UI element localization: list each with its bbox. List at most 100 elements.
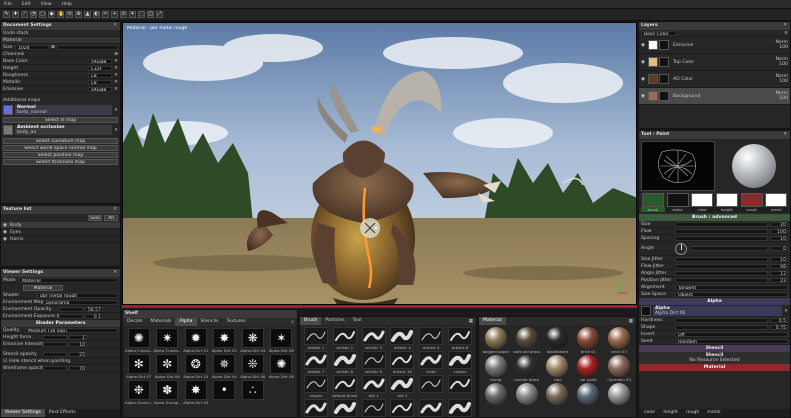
close-icon[interactable]: ✕: [783, 131, 787, 139]
channel-format-select[interactable]: L8: [88, 79, 113, 85]
shape-slider[interactable]: [675, 324, 768, 330]
channel-format-select[interactable]: sRGB8: [88, 86, 113, 92]
material-mode-button[interactable]: Material: [23, 285, 63, 291]
material-item[interactable]: car paint: [573, 355, 603, 382]
material-item[interactable]: bark old grass: [512, 327, 542, 354]
param-value[interactable]: 10: [770, 256, 788, 263]
param-value[interactable]: 20: [770, 221, 788, 228]
alpha-item[interactable]: ✽ Alpha Grungl...: [154, 380, 181, 405]
brush-item[interactable]: [389, 399, 417, 417]
emissive-value[interactable]: 10: [69, 341, 87, 348]
hardness-slider[interactable]: [675, 317, 768, 323]
shelf-tab-decals[interactable]: Decals: [123, 318, 146, 326]
param-slider[interactable]: [675, 277, 768, 283]
env-exposure-value[interactable]: 0.1: [85, 313, 103, 320]
brush-item[interactable]: crayon: [302, 375, 330, 398]
alpha-item[interactable]: ✷ Alpha Cracks...: [154, 328, 181, 353]
quality-select[interactable]: Medium (16 spp): [25, 327, 118, 333]
brush-item[interactable]: dirt 2: [389, 375, 417, 398]
eye-icon[interactable]: ◉: [3, 222, 7, 229]
all-button[interactable]: All: [104, 215, 118, 221]
alpha-item[interactable]: •: [211, 380, 239, 405]
tab-particles[interactable]: Particles: [321, 317, 348, 325]
select-map-button[interactable]: Select thickness map: [3, 159, 118, 165]
tab-brush[interactable]: Brush: [300, 317, 322, 325]
ao-map-thumb[interactable]: [3, 125, 13, 135]
brush-item[interactable]: celtic: [417, 351, 445, 374]
brush-item[interactable]: artistic 1: [302, 327, 330, 350]
select-map-button[interactable]: Select position map: [3, 152, 118, 158]
brush-item[interactable]: artistic 6: [446, 327, 474, 350]
brush-item[interactable]: artistic 7: [302, 351, 330, 374]
material-item[interactable]: bagged paper: [481, 327, 511, 354]
alpha-item[interactable]: ❂ Alpha Dirt 10: [182, 354, 210, 379]
param-slider[interactable]: [675, 263, 768, 269]
toolbar-tool-17-icon[interactable]: ⤢: [156, 11, 163, 18]
brush-item[interactable]: [417, 375, 445, 398]
layer-row[interactable]: ◉ Top Color Norm 100: [639, 54, 790, 71]
remove-ao-icon[interactable]: ✕: [114, 128, 118, 133]
remove-channel-icon[interactable]: ✕: [114, 79, 118, 86]
toolbar-tool-10-icon[interactable]: ◐: [93, 11, 100, 18]
tool-channel-rough[interactable]: rough: [739, 193, 764, 212]
channel-format-select[interactable]: L32F: [88, 65, 113, 71]
eye-icon[interactable]: ◉: [641, 60, 645, 65]
toolbar-tool-16-icon[interactable]: ◫: [147, 11, 154, 18]
tab-tool[interactable]: Tool: [349, 317, 366, 325]
mode-select[interactable]: Material: [19, 277, 118, 283]
stencil-opacity-slider[interactable]: [43, 351, 67, 357]
material-item[interactable]: [481, 383, 511, 405]
brush-item[interactable]: [360, 399, 388, 417]
tool-bottom-tab-rough[interactable]: rough: [683, 410, 702, 416]
height-force-value[interactable]: 1: [69, 334, 87, 341]
brush-preview[interactable]: [641, 141, 715, 191]
param-value[interactable]: 100: [770, 228, 788, 235]
shader-select[interactable]: pbr metal rough: [37, 292, 118, 298]
menu-edit[interactable]: Edit: [22, 2, 31, 7]
toolbar-tool-9-icon[interactable]: ▲: [84, 11, 91, 18]
alpha-item[interactable]: ❉ Alpha Grunin...: [125, 380, 153, 405]
toolbar-tool-15-icon[interactable]: ⬚: [138, 11, 145, 18]
hardness-value[interactable]: 0.5: [770, 317, 788, 324]
param-slider[interactable]: [675, 221, 768, 227]
menu-view[interactable]: View: [41, 2, 52, 7]
material-item[interactable]: [604, 383, 634, 405]
seed-select[interactable]: Random: [675, 338, 788, 344]
add-channel-icon[interactable]: ⊕: [114, 51, 118, 58]
remove-channel-icon[interactable]: ✕: [114, 72, 118, 79]
tab-viewer-settings[interactable]: Viewer Settings: [1, 409, 45, 417]
shelf-tab-textures[interactable]: Textures: [222, 318, 249, 326]
alpha-item[interactable]: ❋ Alpha Dirt 04: [239, 328, 267, 353]
layer-row[interactable]: ◉ Background Norm 100: [639, 88, 790, 105]
alpha-item[interactable]: ✶ Alpha Dirt 06: [268, 328, 296, 353]
brush-item[interactable]: artistic 2: [331, 327, 359, 350]
param-value[interactable]: 10: [770, 235, 788, 242]
texture-set-item[interactable]: ◉ Horns: [1, 236, 120, 243]
env-opacity-slider[interactable]: [59, 306, 83, 312]
material-item[interactable]: carmer black: [512, 355, 542, 382]
normal-map-thumb[interactable]: [3, 105, 13, 115]
toolbar-tool-13-icon[interactable]: ⊙: [120, 11, 127, 18]
brush-item[interactable]: crayon: [446, 351, 474, 374]
shape-value[interactable]: 0.75: [770, 324, 788, 331]
brush-item[interactable]: dirt 1: [360, 375, 388, 398]
tool-channel-height[interactable]: height: [715, 193, 739, 212]
remove-normal-icon[interactable]: ✕: [114, 108, 118, 113]
size-field-2[interactable]: [56, 44, 118, 50]
eye-icon[interactable]: ◉: [641, 94, 645, 99]
brush-item[interactable]: [446, 399, 474, 417]
shelf-tab-alpha[interactable]: Alpha: [175, 318, 197, 326]
remove-alpha-icon[interactable]: ✕: [784, 309, 788, 314]
param-slider[interactable]: [675, 270, 768, 276]
param-slider[interactable]: [675, 256, 768, 262]
brush-item[interactable]: artistic 3: [360, 327, 388, 350]
layer-row[interactable]: ◉ AO Color Norm 100: [639, 71, 790, 88]
tool-channel-brush[interactable]: brush: [641, 193, 665, 212]
alpha-item[interactable]: ✸ Alpha Dirt 03: [182, 380, 210, 405]
layer-channel-select[interactable]: Base Color: [641, 30, 677, 36]
solo-button[interactable]: Solo: [88, 215, 102, 221]
tab-material[interactable]: Material: [479, 317, 506, 325]
toolbar-tool-11-icon[interactable]: ✂: [102, 11, 109, 18]
grid-view-icon[interactable]: ▦: [469, 319, 473, 324]
toolbar-tool-14-icon[interactable]: ✦: [129, 11, 136, 18]
